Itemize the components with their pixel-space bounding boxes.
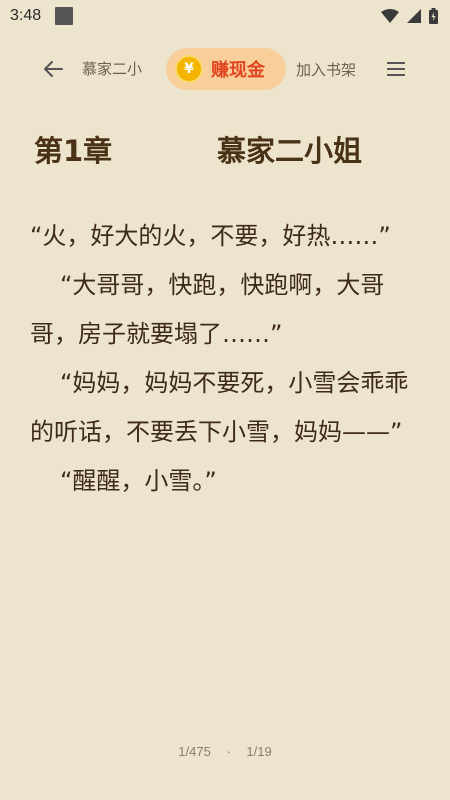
status-left: 3:48: [10, 7, 74, 25]
chapter-content: “火，好大的火，不要，好热……” “大哥哥，快跑，快跑啊，大哥哥，房子就要塌了……: [30, 212, 415, 506]
page-info: 1/475 · 1/19: [0, 744, 450, 759]
add-to-shelf-button[interactable]: 加入书架: [296, 59, 356, 80]
status-bar: 3:48: [0, 0, 450, 32]
signal-icon: [407, 9, 421, 23]
menu-icon-line: [387, 62, 405, 64]
paragraph: “醒醒，小雪。”: [60, 467, 217, 495]
reader-toolbar: 慕家二小 ¥ 赚现金 加入书架: [0, 46, 450, 92]
separator: ·: [226, 744, 231, 759]
notification-icon: [55, 7, 74, 25]
page-progress: 1/19: [246, 744, 272, 759]
status-right: [381, 8, 438, 24]
paragraph: “妈妈，妈妈不要死，小雪会乖乖的听话，不要丢下小雪，妈妈——”: [30, 369, 409, 446]
menu-icon-line: [387, 74, 405, 76]
chapter-title: 慕家二小姐: [217, 134, 363, 168]
battery-icon: [429, 8, 438, 24]
chapter-number: 第1章: [34, 134, 113, 168]
back-button[interactable]: [38, 54, 68, 84]
menu-icon-line: [387, 68, 405, 70]
menu-button[interactable]: [384, 56, 410, 82]
arrow-left-icon: [44, 61, 63, 77]
coin-icon: ¥: [175, 55, 203, 83]
paragraph: “大哥哥，快跑，快跑啊，大哥哥，房子就要塌了……”: [30, 271, 385, 348]
earn-cash-button[interactable]: ¥ 赚现金: [166, 48, 286, 90]
paragraph: “火，好大的火，不要，好热……”: [30, 222, 391, 250]
chapter-heading: 第1章 慕家二小姐: [34, 128, 394, 168]
wifi-icon: [381, 9, 399, 23]
status-time: 3:48: [10, 7, 42, 24]
book-title: 慕家二小: [82, 60, 143, 78]
earn-cash-label: 赚现金: [211, 60, 265, 81]
chapter-progress: 1/475: [178, 744, 211, 759]
